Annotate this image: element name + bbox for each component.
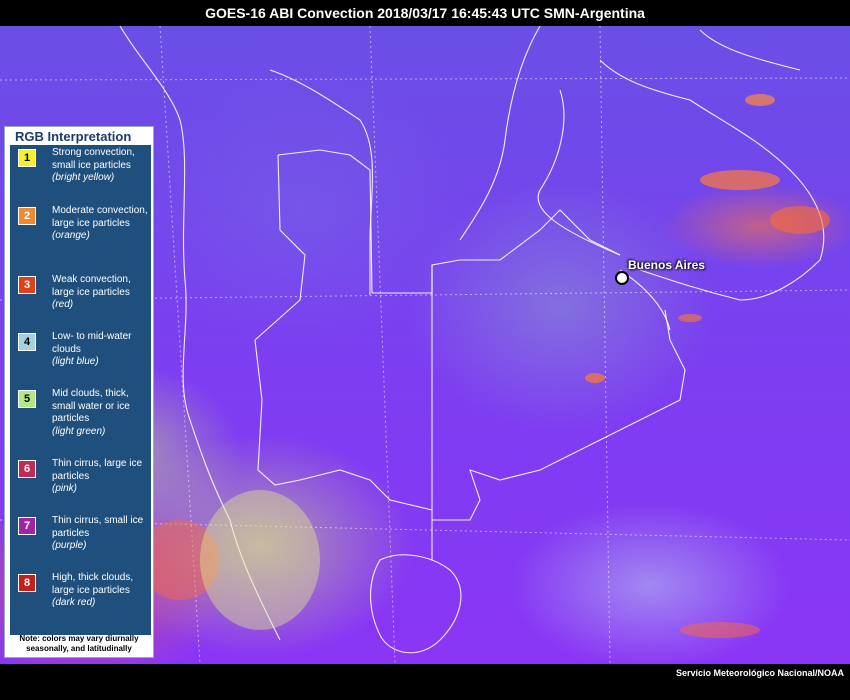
legend-item-text: Mid clouds, thick, small water or ice pa… (52, 388, 130, 424)
buenos-aires-marker (615, 271, 629, 285)
legend-swatch: 1 (18, 149, 36, 167)
legend-item-text: Thin cirrus, large ice particles (52, 458, 143, 482)
legend-item-note: (bright yellow) (52, 172, 115, 183)
legend-swatch: 8 (18, 574, 36, 592)
legend-item-text: Strong convection, small ice particles (52, 147, 135, 171)
legend-note: Note: colors may vary diurnally seasonal… (19, 634, 139, 653)
legend-item-text: High, thick clouds, large ice particles (52, 572, 134, 596)
legend-item-text: Thin cirrus, small ice particles (52, 515, 144, 539)
legend-item-note: (light green) (52, 425, 106, 437)
legend-item-note: (red) (52, 299, 74, 310)
legend-item-text: Weak convection, large ice particles (52, 274, 131, 298)
legend-swatch: 2 (18, 207, 36, 225)
legend-title: RGB Interpretation (15, 129, 132, 144)
credit-text: Servicio Meteorológico Nacional/NOAA (675, 668, 844, 678)
legend-item-note: (light blue) (52, 356, 99, 367)
legend-item-note: (purple) (52, 540, 87, 551)
legend-panel: RGB Interpretation 1 Strong convection, … (4, 126, 154, 658)
legend-item-text: Low- to mid-water clouds (52, 331, 132, 355)
cloud-patches (140, 94, 830, 638)
legend-item-note: (orange) (52, 230, 90, 241)
image-title: GOES-16 ABI Convection 2018/03/17 16:45:… (0, 0, 850, 26)
legend-swatch: 4 (18, 333, 36, 351)
legend-body: 1 Strong convection, small ice particles… (10, 145, 151, 635)
legend-item-note: (pink) (52, 483, 78, 494)
legend-item-text: Moderate convection, large ice particles (52, 205, 148, 229)
legend-swatch: 7 (18, 517, 36, 535)
legend-swatch: 3 (18, 276, 36, 294)
legend-swatch: 6 (18, 460, 36, 478)
legend-swatch: 5 (18, 390, 36, 408)
city-label: Buenos Aires (628, 258, 705, 272)
legend-item-note: (dark red) (52, 597, 96, 608)
